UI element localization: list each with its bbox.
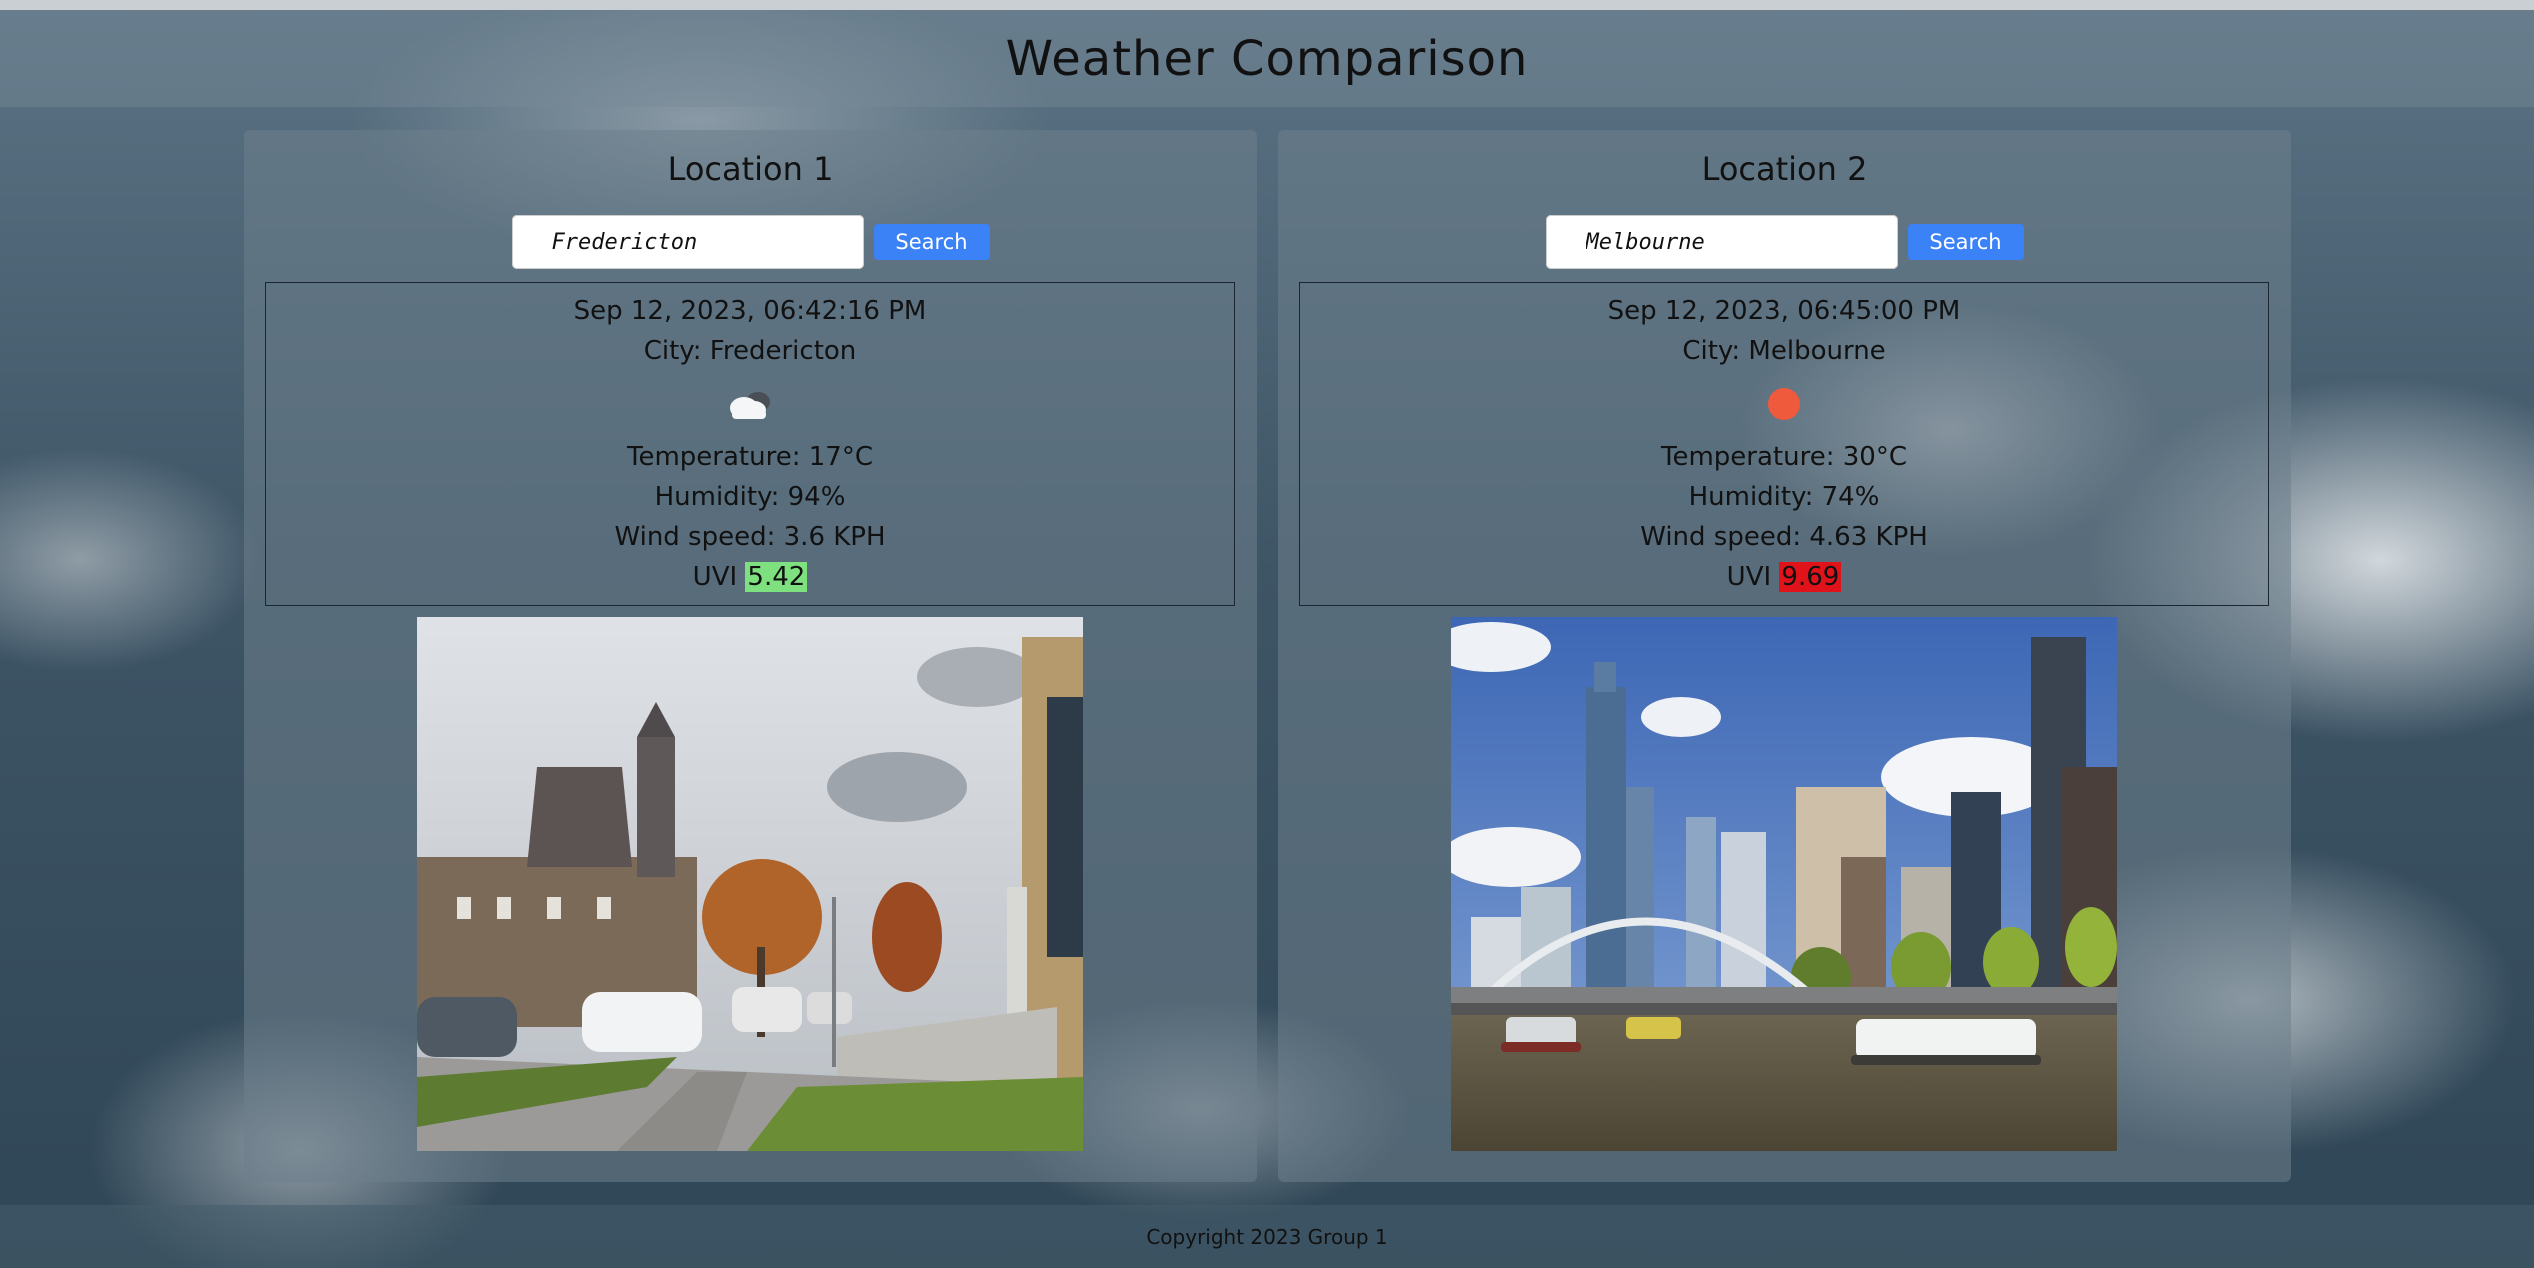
location-panel-2: Location 2 Search Sep 12, 2023, 06:45:00… (1278, 130, 2291, 1182)
weather-info-box: Sep 12, 2023, 06:45:00 PM City: Melbourn… (1299, 282, 2269, 606)
page-footer: Copyright 2023 Group 1 (0, 1205, 2534, 1268)
weather-humidity: Humidity: 74% (1688, 482, 1880, 512)
city-photo-fredericton (417, 617, 1083, 1151)
weather-city: City: Melbourne (1682, 336, 1886, 366)
search-row: Search (244, 215, 1257, 269)
city-photo-melbourne (1451, 617, 2117, 1151)
city-search-input[interactable] (1545, 215, 1898, 269)
page-header: Weather Comparison (0, 10, 2534, 107)
weather-uvi: UVI 5.42 (693, 557, 808, 597)
copyright-text: Copyright 2023 Group 1 (1146, 1224, 1388, 1249)
weather-wind-speed: Wind speed: 3.6 KPH (614, 522, 886, 552)
weather-icon-slot (724, 371, 776, 437)
weather-datetime: Sep 12, 2023, 06:42:16 PM (573, 296, 927, 326)
location-title: Location 2 (1701, 150, 1868, 188)
city-search-input[interactable] (511, 215, 864, 269)
search-button[interactable]: Search (873, 224, 990, 260)
location-title: Location 1 (667, 150, 834, 188)
sun-icon (1768, 388, 1800, 420)
weather-city: City: Fredericton (643, 336, 857, 366)
weather-humidity: Humidity: 94% (654, 482, 846, 512)
search-row: Search (1278, 215, 2291, 269)
uvi-value: 9.69 (1779, 562, 1842, 592)
page-title: Weather Comparison (1005, 30, 1529, 87)
uvi-label: UVI (1726, 562, 1772, 592)
weather-uvi: UVI 9.69 (1727, 557, 1842, 597)
weather-wind-speed: Wind speed: 4.63 KPH (1640, 522, 1928, 552)
location-panel-1: Location 1 Search Sep 12, 2023, 06:42:16… (244, 130, 1257, 1182)
weather-datetime: Sep 12, 2023, 06:45:00 PM (1607, 296, 1961, 326)
cloud-icon (730, 392, 770, 419)
weather-temperature: Temperature: 30°C (1661, 442, 1907, 472)
top-strip (0, 0, 2534, 10)
uvi-value: 5.42 (745, 562, 808, 592)
uvi-label: UVI (692, 562, 738, 592)
weather-info-box: Sep 12, 2023, 06:42:16 PM City: Frederic… (265, 282, 1235, 606)
search-button[interactable]: Search (1907, 224, 2024, 260)
weather-temperature: Temperature: 17°C (627, 442, 873, 472)
weather-icon-slot (1764, 371, 1804, 437)
